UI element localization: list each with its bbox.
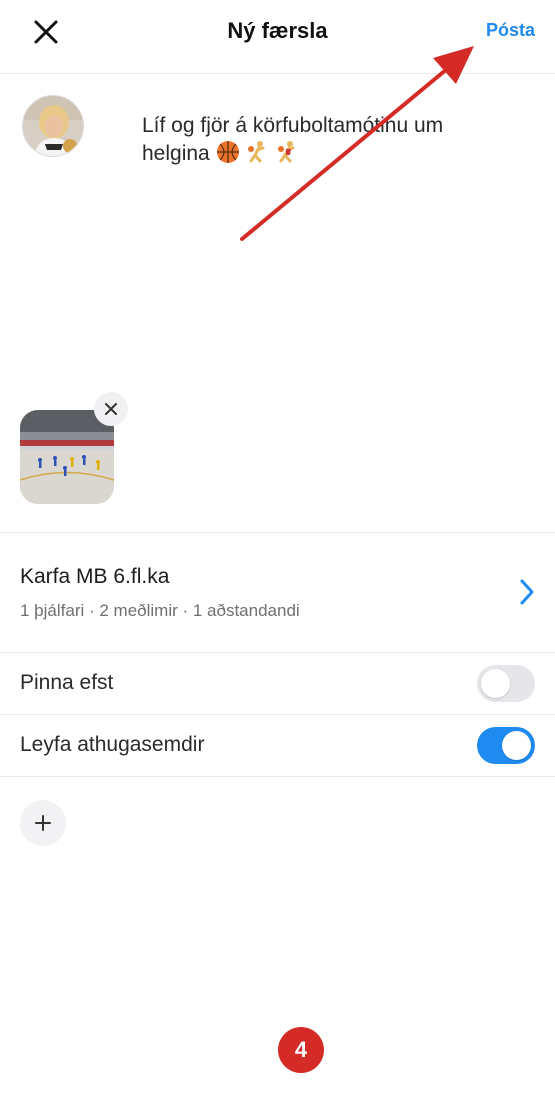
divider: [0, 776, 555, 777]
toggle-knob: [481, 669, 510, 698]
group-name: Karfa MB 6.fl.ka: [20, 565, 170, 588]
close-icon: [105, 403, 117, 415]
image-thumbnail: [20, 410, 114, 504]
pin-label: Pinna efst: [20, 671, 114, 694]
comments-row: Leyfa athugasemdir: [0, 715, 555, 776]
basketball-icon: [216, 141, 239, 163]
chevron-right-icon: [520, 579, 534, 605]
remove-image-button[interactable]: [94, 392, 128, 426]
post-text-line-2: helgina: [142, 142, 210, 165]
pin-toggle[interactable]: [477, 665, 535, 702]
pin-row: Pinna efst: [0, 653, 555, 714]
post-button[interactable]: Pósta: [486, 20, 535, 41]
top-bar: Ný færsla Pósta: [0, 0, 555, 74]
comments-toggle[interactable]: [477, 727, 535, 764]
post-text-line-1: Líf og fjör á körfuboltamótinu um: [142, 114, 444, 137]
basketball-player-icon: [278, 141, 295, 163]
post-text[interactable]: Líf og fjör á körfuboltamótinu um helgin…: [142, 112, 522, 168]
avatar: [22, 95, 84, 157]
attached-image[interactable]: [20, 392, 128, 504]
page-title: Ný færsla: [227, 18, 328, 43]
basketball-player-icon: [248, 141, 265, 163]
comments-label: Leyfa athugasemdir: [20, 733, 205, 756]
add-button[interactable]: [20, 800, 66, 846]
toggle-knob: [502, 731, 531, 760]
plus-icon: [35, 815, 51, 831]
group-selector[interactable]: Karfa MB 6.fl.ka 1 þjálfari · 2 meðlimir…: [0, 533, 555, 651]
group-meta: 1 þjálfari · 2 meðlimir · 1 aðstandandi: [20, 601, 300, 620]
step-number-badge: 4: [278, 1027, 324, 1073]
